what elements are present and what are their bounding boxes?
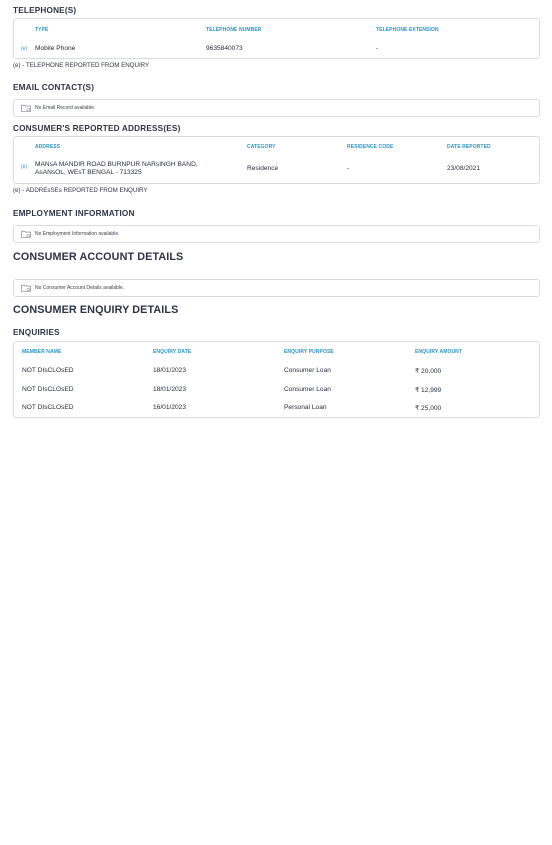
folder-search-icon (21, 104, 31, 112)
employment-empty-box: No Employment Information available. (13, 225, 540, 243)
enquiry-marker: (e) (21, 164, 28, 170)
member-name-cell: NOT DIsCLOsED (22, 386, 74, 393)
enquiry-date-cell: 18/01/2023 (153, 367, 187, 374)
date-reported-cell: 23/08/2021 (447, 165, 481, 172)
member-name-cell: NOT DIsCLOsED (22, 404, 74, 411)
enquiry-purpose-cell: Consumer Loan (284, 386, 331, 393)
address-header: ADDRESS (35, 144, 61, 150)
residence-code-cell: - (347, 165, 350, 172)
address-line-1: MANsA MANDIR ROAD BURNPUR NARsINGH BAND, (35, 161, 198, 168)
telephone-section-title: TELEPHONE(S) (13, 6, 77, 15)
enquiry-date-cell: 18/01/2023 (153, 386, 187, 393)
telephone-extension-cell: - (376, 45, 379, 52)
enquiry-amount-cell: ₹ 20,000 (415, 368, 442, 375)
category-header: CATEGORY (247, 144, 276, 150)
enquiry-amount-cell: ₹ 12,999 (415, 387, 442, 394)
email-section-title: EMAIL CONTACT(S) (13, 83, 95, 92)
enquiry-purpose-header: ENQUIRY PURPOSE (284, 349, 334, 355)
date-reported-header: DATE REPORTED (447, 144, 491, 150)
enquiry-purpose-cell: Personal Loan (284, 404, 327, 411)
enquiry-amount-header: ENQUIRY AMOUNT (415, 349, 463, 355)
account-section-title: CONSUMER ACCOUNT DETAILS (13, 251, 184, 263)
email-empty-message: No Email Record available. (35, 105, 96, 111)
folder-search-icon (21, 230, 31, 238)
residence-code-header: RESIDENCE CODE (347, 144, 394, 150)
telephone-footnote: (e) - TELEPHONE REPORTED FROM ENQUIRY (13, 62, 150, 69)
telephone-number-cell: 9635840073 (206, 45, 243, 52)
category-cell: Residence (247, 165, 279, 172)
telephone-table: TYPE TELEPHONE NUMBER TELEPHONE EXTENSIO… (13, 18, 540, 59)
telephone-number-header: TELEPHONE NUMBER (206, 27, 262, 33)
address-section-title: CONSUMER'S REPORTED ADDRESS(ES) (13, 124, 181, 133)
member-name-header: MEMBER NAME (22, 349, 62, 355)
enquiries-subtitle: ENQUIRIES (13, 328, 60, 337)
telephone-extension-header: TELEPHONE EXTENSION (376, 27, 439, 33)
address-line-2: AsANsOL, WEsT BENGAL - 713325 (35, 169, 142, 176)
telephone-type-header: TYPE (35, 27, 49, 33)
folder-search-icon (21, 284, 31, 292)
enquiry-purpose-cell: Consumer Loan (284, 367, 331, 374)
employment-section-title: EMPLOYMENT INFORMATION (13, 209, 135, 218)
enquiry-date-header: ENQUIRY DATE (153, 349, 192, 355)
telephone-type-cell: Mobile Phone (35, 45, 76, 52)
address-table: ADDRESS CATEGORY RESIDENCE CODE DATE REP… (13, 136, 540, 184)
enquiry-table: MEMBER NAME ENQUIRY DATE ENQUIRY PURPOSE… (13, 341, 540, 418)
member-name-cell: NOT DIsCLOsED (22, 367, 74, 374)
enquiry-marker: (e) (21, 46, 28, 52)
address-cell: MANsA MANDIR ROAD BURNPUR NARsINGH BAND,… (35, 161, 198, 177)
address-footnote: (e) - ADDREsSEs REPORTED FROM ENQUIRY (13, 187, 148, 194)
enquiry-date-cell: 16/01/2023 (153, 404, 187, 411)
employment-empty-message: No Employment Information available. (35, 231, 120, 237)
enquiry-amount-cell: ₹ 25,000 (415, 405, 442, 412)
account-empty-message: No Consumer Account Details available. (35, 285, 125, 291)
account-empty-box: No Consumer Account Details available. (13, 279, 540, 297)
email-empty-box: No Email Record available. (13, 99, 540, 117)
enquiry-section-title: CONSUMER ENQUIRY DETAILS (13, 304, 179, 316)
